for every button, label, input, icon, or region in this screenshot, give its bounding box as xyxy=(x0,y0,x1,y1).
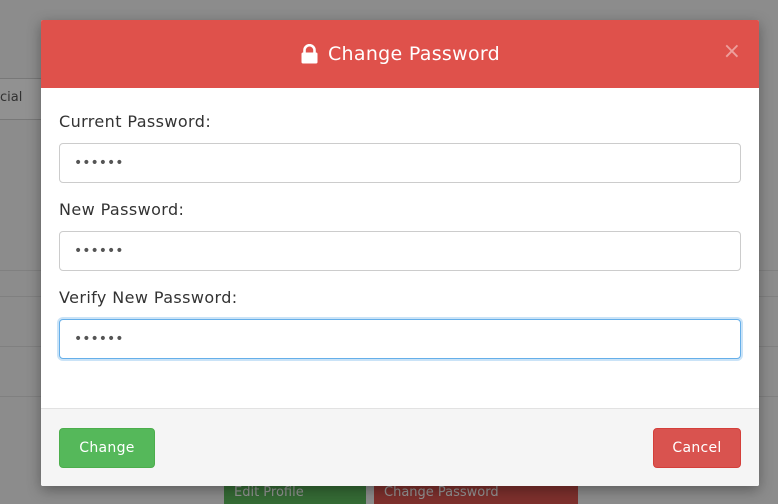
verify-password-input[interactable] xyxy=(59,319,741,359)
modal-footer: Change Cancel xyxy=(41,408,759,486)
new-password-group: New Password: xyxy=(59,200,741,271)
current-password-group: Current Password: xyxy=(59,112,741,183)
modal-header: Change Password × xyxy=(41,20,759,88)
cancel-button[interactable]: Cancel xyxy=(653,428,741,468)
verify-password-label: Verify New Password: xyxy=(59,288,238,307)
change-password-modal: Change Password × Current Password: New … xyxy=(41,20,759,486)
change-button[interactable]: Change xyxy=(59,428,155,468)
new-password-input[interactable] xyxy=(59,231,741,271)
new-password-label: New Password: xyxy=(59,200,185,219)
close-button[interactable]: × xyxy=(723,41,741,63)
current-password-input[interactable] xyxy=(59,143,741,183)
modal-title-text: Change Password xyxy=(327,43,501,65)
verify-password-group: Verify New Password: xyxy=(59,288,741,359)
modal-title: Change Password xyxy=(300,43,500,65)
lock-icon xyxy=(301,44,318,64)
current-password-label: Current Password: xyxy=(59,112,212,131)
modal-body: Current Password: New Password: Verify N… xyxy=(41,88,759,408)
